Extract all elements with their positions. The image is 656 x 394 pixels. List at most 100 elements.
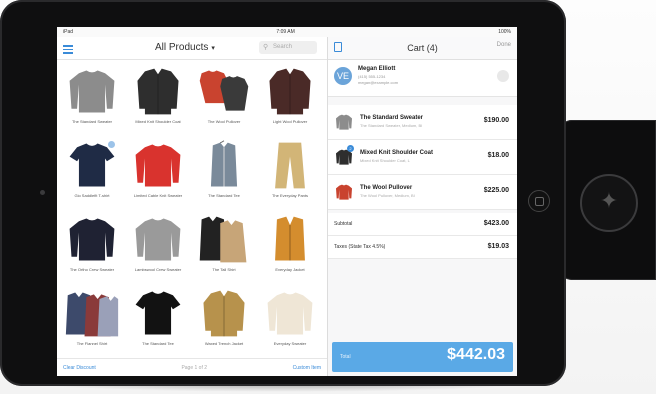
product-library: All Products ▾ ⚲ Search The Standard Swea… xyxy=(57,37,328,376)
quantity-badge: 2 xyxy=(347,145,354,152)
product-name: Everyday Jacket xyxy=(275,267,305,272)
search-input[interactable]: ⚲ Search xyxy=(259,41,317,54)
card-reader xyxy=(558,120,656,280)
menu-icon[interactable] xyxy=(63,43,73,54)
product-image xyxy=(61,213,123,265)
product-name: The Standard Tee xyxy=(142,341,174,346)
cart-items: The Standard Sweater The Standard Sweater… xyxy=(328,105,517,210)
product-image xyxy=(127,287,189,339)
product-image xyxy=(259,139,321,191)
product-tile[interactable]: The Flannel Shirt xyxy=(61,287,123,359)
library-title[interactable]: All Products ▾ xyxy=(155,42,215,53)
chevron-down-icon: ▾ xyxy=(211,45,215,52)
ipad-device: iPad 7:09 AM 100% All Products ▾ ⚲ Search… xyxy=(0,0,566,386)
cart-line-item[interactable]: 2 Mixed Knit Shoulder Coat Mixed Knit Shou… xyxy=(328,140,517,175)
clock: 7:09 AM xyxy=(276,29,295,35)
product-name: Everyday Sweater xyxy=(273,341,307,346)
search-placeholder: Search xyxy=(273,44,293,50)
cart-item-variant: The Standard Sweater, Medium, Bl xyxy=(360,123,423,128)
product-image xyxy=(259,65,321,117)
product-tile[interactable]: The Tall Shirt xyxy=(193,213,255,285)
customer-phone: (415) 555-1234 xyxy=(358,74,386,79)
screen: iPad 7:09 AM 100% All Products ▾ ⚲ Search… xyxy=(57,27,517,376)
clear-discount-button[interactable]: Clear Discount xyxy=(63,365,96,371)
product-name: The Flannel Shirt xyxy=(76,341,108,346)
subtotal-label: Subtotal xyxy=(334,221,353,227)
cart-item-variant: Mixed Knit Shoulder Coat, L xyxy=(360,158,410,163)
page-indicator: Page 1 of 2 xyxy=(181,364,208,371)
cart-item-name: The Standard Sweater xyxy=(360,115,424,121)
cart-totals: Subtotal $423.00 Taxes (State Tax 4.5%) … xyxy=(328,213,517,259)
product-image xyxy=(259,213,321,265)
cart-header: Cart (4) Done xyxy=(328,37,517,60)
charge-label: Total xyxy=(340,354,351,360)
customer-card[interactable]: VE Megan Elliott (415) 555-1234 megan@ex… xyxy=(328,60,517,97)
charge-amount: $442.03 xyxy=(447,346,505,363)
cart-line-item[interactable]: The Wool Pullover The Wool Pullover, Medi… xyxy=(328,175,517,210)
tax-row[interactable]: Taxes (State Tax 4.5%) $19.03 xyxy=(328,236,517,259)
done-button[interactable]: Done xyxy=(497,42,511,48)
product-tile[interactable]: Mixed Knit Shoulder Coat xyxy=(127,65,189,137)
product-tile[interactable]: Everyday Sweater xyxy=(259,287,321,359)
reader-logo-icon xyxy=(580,174,638,232)
product-tile[interactable]: Light Wool Pullover xyxy=(259,65,321,137)
charge-button[interactable]: Total $442.03 xyxy=(332,342,513,372)
product-tile[interactable]: The Ortho Crew Sweater xyxy=(61,213,123,285)
product-tile[interactable]: Lambswool Crew Sweater xyxy=(127,213,189,285)
product-name: The Tall Shirt xyxy=(212,267,236,272)
product-image xyxy=(259,287,321,339)
library-title-label: All Products xyxy=(155,42,209,53)
product-tile[interactable]: Waxed Trench Jacket xyxy=(193,287,255,359)
custom-item-button[interactable]: Custom Item xyxy=(293,365,321,371)
carrier-label: iPad xyxy=(63,29,74,35)
product-image xyxy=(61,287,123,339)
tax-value: $19.03 xyxy=(487,243,509,250)
product-tile[interactable]: Limited Cable Knit Sweater xyxy=(127,139,189,211)
product-image xyxy=(193,139,255,191)
cart-line-item[interactable]: The Standard Sweater The Standard Sweater… xyxy=(328,105,517,140)
cart-item-name: The Wool Pullover xyxy=(360,185,413,191)
cart-panel: Cart (4) Done VE Megan Elliott (415) 555… xyxy=(328,37,517,376)
product-name: Gio Saddlefit T-shirt xyxy=(74,193,110,198)
customer-email: megan@example.com xyxy=(358,80,399,85)
product-image xyxy=(193,287,255,339)
search-icon: ⚲ xyxy=(263,44,269,51)
cart-item-price: $190.00 xyxy=(483,117,509,124)
cart-title: Cart (4) xyxy=(407,43,438,53)
product-image xyxy=(193,213,255,265)
product-name: The Wool Pullover xyxy=(207,119,241,124)
product-tile[interactable]: Gio Saddlefit T-shirt xyxy=(61,139,123,211)
product-tile[interactable]: The Standard Tee xyxy=(127,287,189,359)
cart-item-name: Mixed Knit Shoulder Coat xyxy=(360,150,434,156)
product-name: Lambswool Crew Sweater xyxy=(134,267,182,272)
remove-customer-button[interactable] xyxy=(497,70,509,82)
subtotal-row: Subtotal $423.00 xyxy=(328,213,517,236)
product-name: Light Wool Pullover xyxy=(272,119,308,124)
product-tile[interactable]: The Standard Sweater xyxy=(61,65,123,137)
product-image xyxy=(127,139,189,191)
product-name: The Standard Sweater xyxy=(71,119,113,124)
product-tile[interactable]: The Standard Tee xyxy=(193,139,255,211)
subtotal-value: $423.00 xyxy=(483,220,509,227)
camera-icon xyxy=(40,190,45,195)
product-name: Waxed Trench Jacket xyxy=(204,341,244,346)
product-photo-backdrop: iPad 7:09 AM 100% All Products▾ ⚲ Search… xyxy=(0,0,656,394)
status-bar: iPad 7:09 AM 100% xyxy=(57,27,517,37)
battery-label: 100% xyxy=(498,29,511,35)
avatar: VE xyxy=(334,67,352,85)
product-name: The Ortho Crew Sweater xyxy=(69,267,115,272)
product-tile[interactable]: The Everyday Pants xyxy=(259,139,321,211)
product-image xyxy=(61,65,123,117)
product-name: Mixed Knit Shoulder Coat xyxy=(135,119,181,124)
product-name: Limited Cable Knit Sweater xyxy=(133,193,183,198)
customer-name: Megan Elliott xyxy=(358,66,396,72)
product-image xyxy=(193,65,255,117)
home-button[interactable] xyxy=(528,190,550,212)
product-tile[interactable]: The Wool Pullover xyxy=(193,65,255,137)
library-header: All Products ▾ ⚲ Search xyxy=(57,37,327,60)
cart-item-price: $18.00 xyxy=(487,152,509,159)
product-image xyxy=(127,213,189,265)
product-name: The Standard Tee xyxy=(208,193,240,198)
product-tile[interactable]: Everyday Jacket xyxy=(259,213,321,285)
selected-badge xyxy=(108,141,115,148)
